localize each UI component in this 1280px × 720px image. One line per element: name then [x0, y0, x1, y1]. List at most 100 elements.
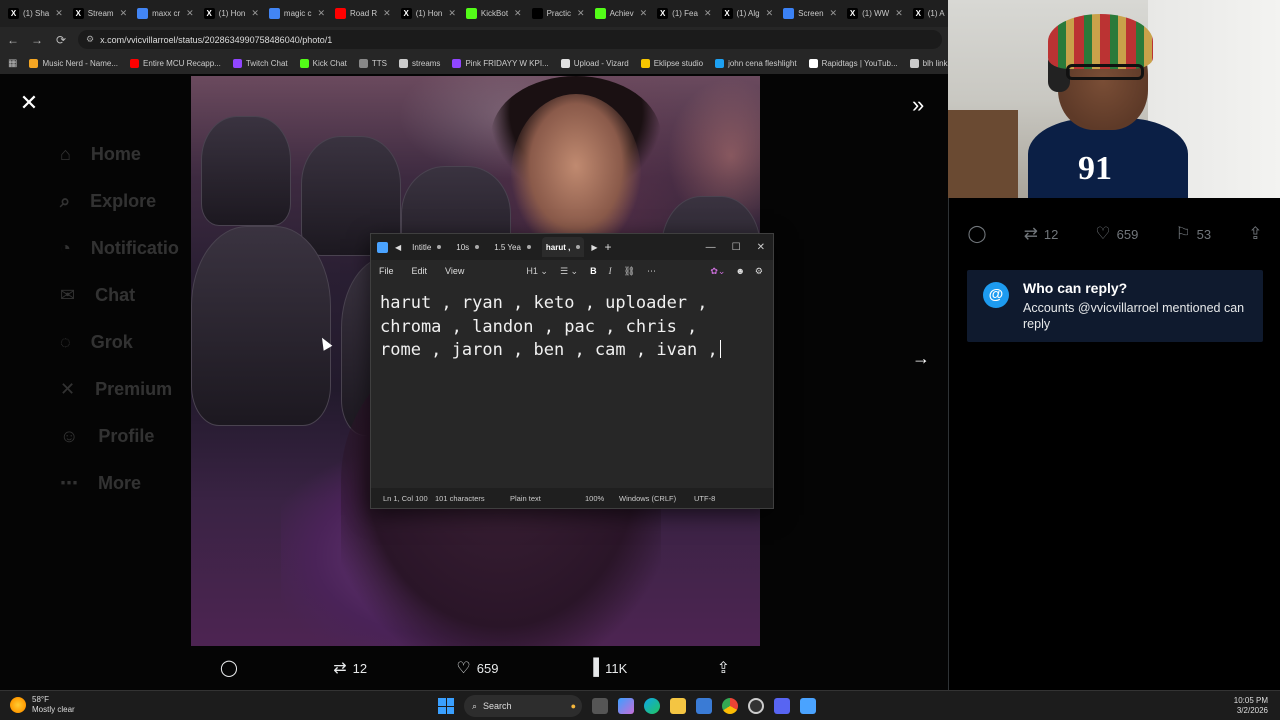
close-tab-icon[interactable]: ✕: [120, 8, 128, 19]
close-tab-icon[interactable]: ✕: [55, 8, 63, 19]
site-info-icon[interactable]: ⚙: [86, 34, 94, 45]
bookmark-item[interactable]: Entire MCU Recapp...: [130, 58, 221, 68]
file-explorer-icon[interactable]: [670, 698, 686, 714]
apps-grid-icon[interactable]: ▦: [8, 58, 17, 69]
close-tab-icon[interactable]: ✕: [704, 8, 712, 19]
browser-tab[interactable]: Screen ✕: [779, 3, 841, 25]
taskbar-search[interactable]: ⌕ Search ●: [464, 695, 582, 717]
share-button[interactable]: ⇪: [717, 658, 730, 678]
menu-edit[interactable]: Edit: [412, 266, 428, 276]
share-icon: ⇪: [1248, 224, 1263, 243]
browser-tab[interactable]: Achiev ✕: [591, 3, 652, 25]
browser-tab[interactable]: magic c ✕: [265, 3, 329, 25]
link-icon[interactable]: ⛓: [624, 266, 635, 277]
notepad-tab[interactable]: 10s: [452, 237, 483, 257]
close-tab-icon[interactable]: ✕: [640, 8, 648, 19]
list-dropdown-icon[interactable]: ☰ ⌄: [560, 266, 578, 277]
bookmark-item[interactable]: Rapidtags | YouTub...: [808, 58, 898, 68]
close-tab-icon[interactable]: ✕: [577, 8, 585, 19]
retweet-button[interactable]: ⇄ 12: [1024, 224, 1059, 244]
browser-tab[interactable]: KickBot ✕: [462, 3, 526, 25]
close-window-icon[interactable]: ✕: [757, 242, 765, 253]
notepad-taskbar-icon[interactable]: [800, 698, 816, 714]
chrome-icon[interactable]: [722, 698, 738, 714]
close-tab-icon[interactable]: ✕: [383, 8, 391, 19]
browser-tab[interactable]: X(1) A✕: [909, 3, 948, 25]
more-ghost: ⋯ More: [60, 473, 142, 493]
bookmark-item[interactable]: john cena fleshlight: [715, 58, 797, 68]
bookmark-item[interactable]: Upload - Vizard: [560, 58, 629, 68]
browser-tab[interactable]: X (1) Hon ✕: [397, 3, 460, 25]
browser-tab[interactable]: X (1) Fea ✕: [653, 3, 715, 25]
store-icon[interactable]: [696, 698, 712, 714]
menu-file[interactable]: File: [379, 266, 394, 276]
close-tab-icon[interactable]: ✕: [830, 8, 838, 19]
obs-icon[interactable]: [748, 698, 764, 714]
menu-view[interactable]: View: [445, 266, 464, 276]
maximize-icon[interactable]: ☐: [732, 242, 741, 253]
italic-icon[interactable]: I: [609, 266, 612, 276]
more-icon[interactable]: ⋯: [647, 266, 656, 277]
close-tab-icon[interactable]: ✕: [448, 8, 456, 19]
browser-tab[interactable]: Practic ✕: [528, 3, 589, 25]
browser-tab[interactable]: X (1) Alg ✕: [718, 3, 778, 25]
windows-start-icon[interactable]: [438, 698, 454, 714]
close-tab-icon[interactable]: ✕: [514, 8, 522, 19]
tab-scroll-left-icon[interactable]: ◀: [395, 243, 401, 252]
system-clock[interactable]: 10:05 PM 3/2/2026: [1234, 696, 1268, 716]
reply-button[interactable]: ◯: [220, 658, 244, 678]
close-icon[interactable]: ✕: [18, 92, 40, 114]
close-tab-icon[interactable]: ✕: [186, 8, 194, 19]
notepad-tab[interactable]: harut ,: [541, 237, 585, 257]
discord-icon[interactable]: [774, 698, 790, 714]
tab-scroll-right-icon[interactable]: ▶: [591, 243, 597, 252]
browser-tab[interactable]: maxx cr ✕: [133, 3, 198, 25]
close-tab-icon[interactable]: ✕: [251, 8, 259, 19]
bookmark-item[interactable]: Kick Chat: [299, 58, 347, 68]
copilot-icon[interactable]: ✿⌄: [710, 266, 725, 277]
reload-icon[interactable]: ⟳: [54, 33, 68, 47]
share-button[interactable]: ⇪: [1248, 224, 1262, 244]
browser-tab[interactable]: X (1) WW ✕: [843, 3, 907, 25]
url-field[interactable]: ⚙ x.com/vvicvillarroel/status/2028634990…: [78, 30, 942, 49]
bookmark-favicon-icon: [130, 58, 140, 68]
forward-icon[interactable]: →: [30, 33, 44, 47]
account-icon[interactable]: ☻: [735, 266, 744, 277]
close-tab-icon[interactable]: ✕: [766, 8, 774, 19]
reply-button[interactable]: ◯: [968, 224, 987, 244]
views-button[interactable]: ▐ 11K: [588, 659, 628, 677]
notepad-tab[interactable]: Intitle: [408, 237, 445, 257]
like-button[interactable]: ♡ 659: [1095, 224, 1138, 244]
bookmark-item[interactable]: Pink FRIDAYY W KPI...: [452, 58, 549, 68]
bookmark-item[interactable]: TTS: [358, 58, 387, 68]
task-view-icon[interactable]: [592, 698, 608, 714]
browser-tab[interactable]: X (1) Hon ✕: [200, 3, 263, 25]
new-tab-icon[interactable]: +: [605, 240, 612, 254]
heading-dropdown[interactable]: H1 ⌄: [526, 266, 548, 277]
bookmark-item[interactable]: Music Nerd - Name...: [29, 58, 118, 68]
search-highlight-icon: ●: [570, 701, 576, 711]
bold-icon[interactable]: B: [590, 266, 597, 276]
copilot-icon[interactable]: [618, 698, 634, 714]
bookmark-item[interactable]: Eklipse studio: [640, 58, 703, 68]
like-button[interactable]: ♡ 659: [456, 658, 498, 678]
notepad-text-area[interactable]: harut , ryan , keto , uploader , chroma ,…: [371, 284, 773, 490]
notepad-tab[interactable]: 1.5 Yea: [490, 237, 535, 257]
browser-tab[interactable]: Road R ✕: [331, 3, 395, 25]
edge-icon[interactable]: [644, 698, 660, 714]
bookmark-item[interactable]: streams: [398, 58, 440, 68]
bookmark-item[interactable]: Twitch Chat: [232, 58, 288, 68]
browser-tab[interactable]: X (1) Sha ✕: [4, 3, 67, 25]
minimize-icon[interactable]: —: [706, 242, 716, 253]
collapse-panel-icon[interactable]: »: [912, 92, 924, 118]
close-tab-icon[interactable]: ✕: [895, 8, 903, 19]
bookmark-button[interactable]: ⚐ 53: [1175, 224, 1211, 244]
bookmark-item[interactable]: blh links: [909, 58, 948, 68]
next-photo-icon[interactable]: →: [912, 348, 930, 369]
back-icon[interactable]: ←: [6, 33, 20, 47]
retweet-button[interactable]: ⇄ 12: [333, 658, 367, 678]
close-tab-icon[interactable]: ✕: [317, 8, 325, 19]
weather-widget[interactable]: 58°F Mostly clear: [10, 695, 75, 715]
browser-tab[interactable]: X Stream ✕: [69, 3, 131, 25]
settings-icon[interactable]: ⚙: [755, 266, 763, 277]
